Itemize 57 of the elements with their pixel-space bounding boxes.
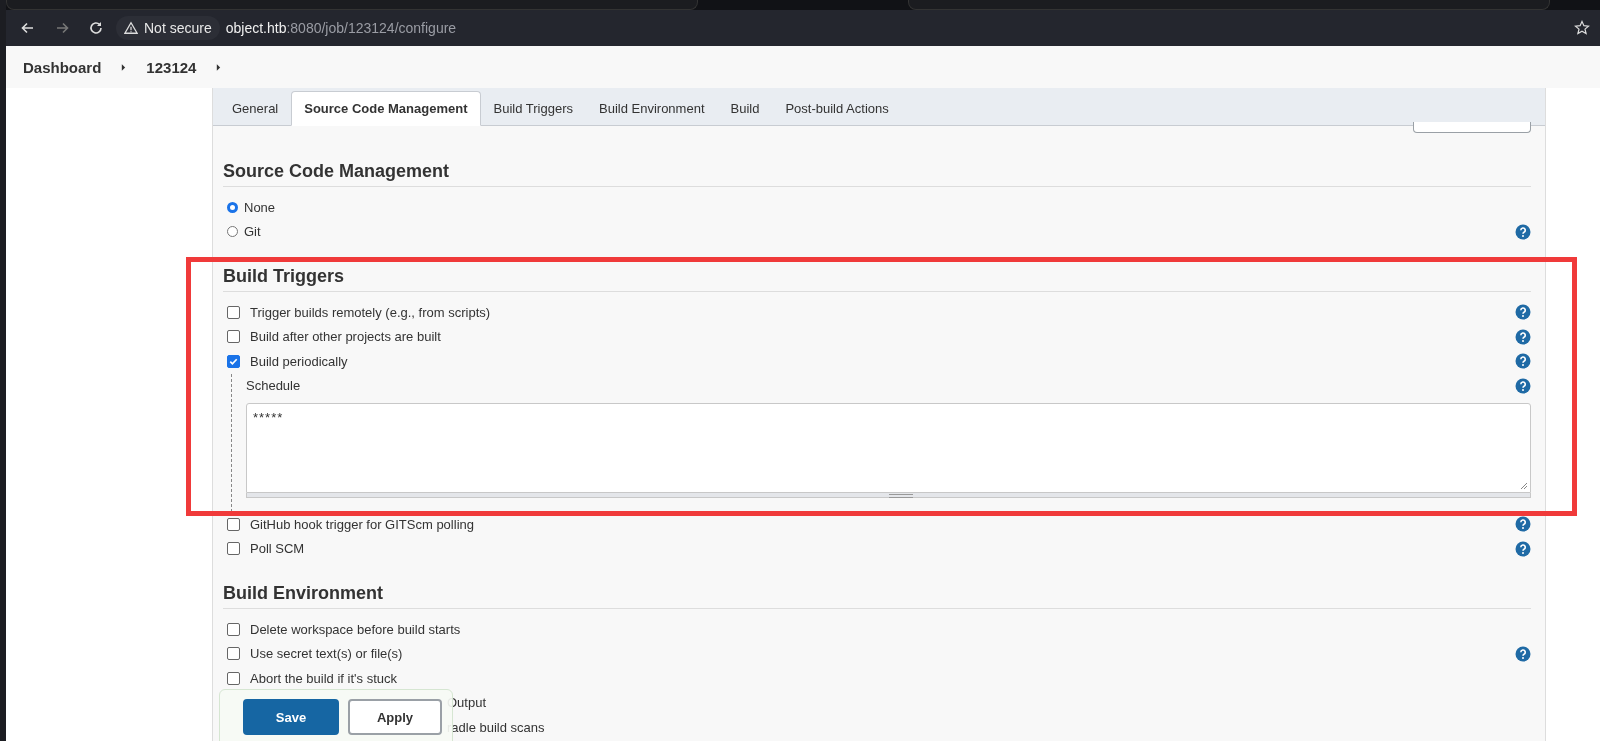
resize-grip-icon[interactable] bbox=[1520, 482, 1528, 490]
option-label: Use secret text(s) or file(s) bbox=[250, 646, 403, 662]
tab[interactable]: Post-build Actions bbox=[772, 91, 902, 126]
help-icon[interactable] bbox=[1515, 223, 1531, 240]
option-label: Git bbox=[244, 224, 261, 240]
tab[interactable]: Source Code Management bbox=[291, 91, 481, 126]
help-icon[interactable] bbox=[1515, 516, 1531, 533]
help-icon[interactable] bbox=[1515, 645, 1531, 662]
option-label: Trigger builds remotely (e.g., from scripts) bbox=[250, 304, 491, 320]
schedule-field[interactable]: ***** bbox=[246, 403, 1531, 493]
checkbox[interactable] bbox=[227, 305, 240, 319]
section-heading: Build Triggers bbox=[223, 266, 1531, 292]
address-field[interactable]: object.htb:8080/job/123124/configure bbox=[225, 20, 457, 36]
reload-icon[interactable] bbox=[88, 20, 104, 36]
tab[interactable]: Build Triggers bbox=[480, 91, 586, 126]
caret-icon[interactable] bbox=[216, 63, 222, 71]
checkbox[interactable] bbox=[227, 330, 240, 344]
checkbox[interactable] bbox=[227, 517, 240, 531]
option-label: Delete workspace before build starts bbox=[250, 621, 461, 637]
resize-handle[interactable] bbox=[888, 494, 913, 498]
radio-button[interactable] bbox=[227, 201, 238, 213]
apply-button[interactable]: Apply bbox=[348, 699, 442, 735]
section-heading: Source Code Management bbox=[223, 161, 1531, 187]
breadcrumb-link[interactable]: Dashboard bbox=[23, 58, 102, 76]
toolbar-button[interactable] bbox=[1413, 122, 1531, 133]
help-icon[interactable] bbox=[1515, 304, 1531, 321]
help-icon[interactable] bbox=[1515, 540, 1531, 557]
checkbox[interactable] bbox=[227, 647, 240, 661]
option-label: radle build scans bbox=[447, 719, 545, 735]
checkbox[interactable] bbox=[227, 542, 240, 556]
caret-icon[interactable] bbox=[121, 63, 127, 71]
security-indicator[interactable]: Not secure bbox=[116, 16, 220, 40]
bookmark-star-icon[interactable] bbox=[1574, 20, 1590, 36]
help-icon[interactable] bbox=[1515, 328, 1531, 345]
tab[interactable]: Build Environment bbox=[586, 91, 718, 126]
forward-icon[interactable] bbox=[54, 20, 70, 36]
warning-icon bbox=[124, 21, 138, 35]
radio-button[interactable] bbox=[227, 226, 238, 238]
option-label: Build periodically bbox=[250, 353, 348, 369]
option-label: GitHub hook trigger for GITScm polling bbox=[250, 516, 474, 532]
save-button[interactable]: Save bbox=[243, 699, 339, 735]
help-icon[interactable] bbox=[1515, 377, 1531, 394]
back-icon[interactable] bbox=[20, 20, 36, 36]
section-heading: Build Environment bbox=[223, 583, 1531, 609]
tab[interactable]: General bbox=[219, 91, 292, 126]
checkbox[interactable] bbox=[227, 622, 240, 636]
field-label: Schedule bbox=[246, 378, 301, 394]
option-label: Poll SCM bbox=[250, 541, 305, 557]
checkbox[interactable] bbox=[227, 671, 240, 685]
checkbox[interactable] bbox=[227, 354, 240, 368]
option-label: Abort the build if it's stuck bbox=[250, 670, 397, 686]
option-label: None bbox=[244, 199, 276, 215]
breadcrumb-link[interactable]: 123124 bbox=[146, 58, 197, 76]
help-icon[interactable] bbox=[1515, 353, 1531, 370]
tab[interactable]: Build bbox=[717, 91, 773, 126]
option-label: Output bbox=[447, 695, 487, 711]
option-label: Build after other projects are built bbox=[250, 329, 441, 345]
